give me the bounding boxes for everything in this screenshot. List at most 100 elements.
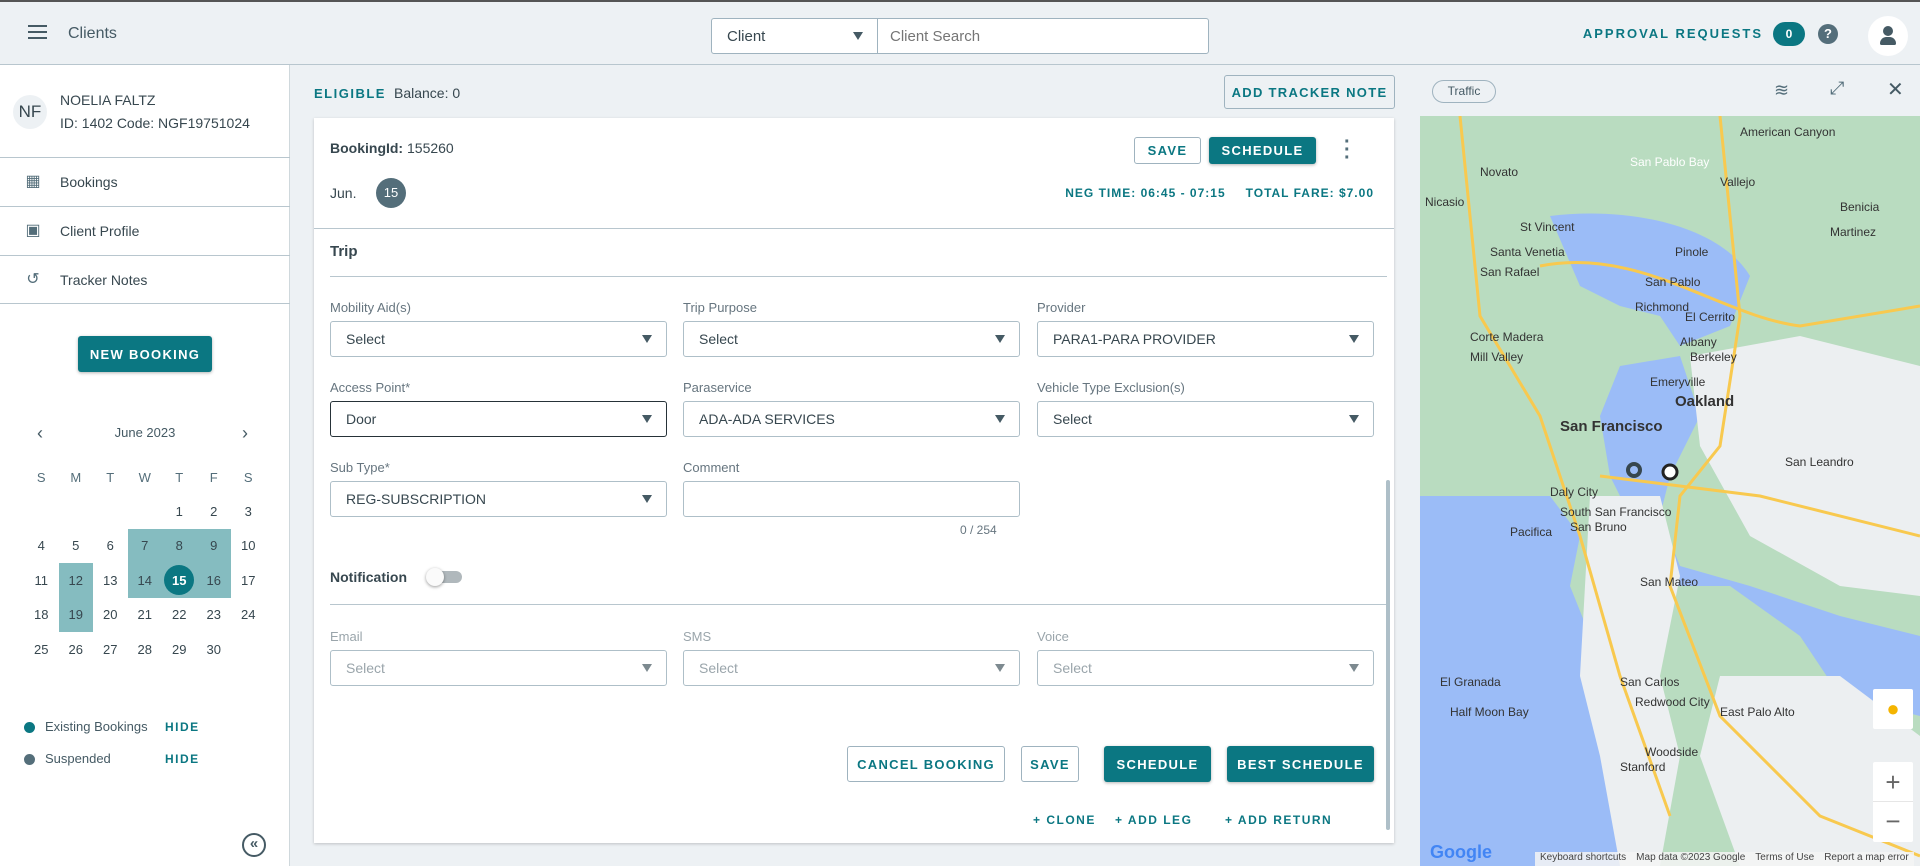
calendar-day[interactable]: 4 xyxy=(24,529,59,564)
comment-input[interactable] xyxy=(683,481,1020,517)
calendar-day[interactable]: 29 xyxy=(162,632,197,667)
calendar-day[interactable]: 20 xyxy=(93,598,128,633)
scrollbar-thumb[interactable] xyxy=(1386,480,1390,830)
save-button-top[interactable]: SAVE xyxy=(1134,137,1201,164)
calendar-day[interactable]: 15 xyxy=(162,563,197,598)
sms-select[interactable]: Select xyxy=(683,650,1020,686)
calendar-day[interactable]: 27 xyxy=(93,632,128,667)
calendar-day[interactable]: 7 xyxy=(127,528,162,563)
day-number: 19 xyxy=(68,607,83,623)
save-button[interactable]: SAVE xyxy=(1021,746,1079,782)
notification-title: Notification xyxy=(330,569,407,585)
calendar-day[interactable]: 6 xyxy=(93,529,128,564)
approval-count-badge[interactable]: 0 xyxy=(1773,22,1805,46)
calendar-day[interactable]: 5 xyxy=(59,529,94,564)
help-icon[interactable]: ? xyxy=(1818,24,1838,44)
schedule-button-top[interactable]: SCHEDULE xyxy=(1209,137,1316,164)
calendar-day[interactable]: 1 xyxy=(162,494,197,529)
add-tracker-note-button[interactable]: ADD TRACKER NOTE xyxy=(1224,75,1395,109)
calendar-day[interactable]: 13 xyxy=(93,563,128,598)
calendar-day[interactable]: 12 xyxy=(58,563,93,598)
schedule-button[interactable]: SCHEDULE xyxy=(1104,746,1211,782)
vehicle-type-exclusion-select[interactable]: Select xyxy=(1037,401,1374,437)
paraservice-select[interactable]: ADA-ADA SERVICES xyxy=(683,401,1020,437)
add-return-link[interactable]: + ADD RETURN xyxy=(1225,813,1332,827)
calendar-day[interactable]: 14 xyxy=(127,563,162,598)
calendar-day[interactable]: 2 xyxy=(197,494,232,529)
traffic-toggle[interactable]: Traffic xyxy=(1432,80,1496,103)
calendar-day[interactable]: 8 xyxy=(162,528,197,563)
calendar-day[interactable]: 30 xyxy=(197,632,232,667)
vehicle-type-exclusion-label: Vehicle Type Exclusion(s) xyxy=(1037,380,1185,395)
calendar-day[interactable]: 28 xyxy=(128,632,163,667)
approval-requests-link[interactable]: APPROVAL REQUESTS xyxy=(1583,26,1763,41)
calendar-day[interactable]: 24 xyxy=(231,598,266,633)
select-value: Select xyxy=(346,660,385,676)
calendar-day[interactable]: 18 xyxy=(24,598,59,633)
client-avatar: NF xyxy=(13,95,47,129)
sub-type-select[interactable]: REG-SUBSCRIPTION xyxy=(330,481,667,517)
calendar-day[interactable]: 22 xyxy=(162,598,197,633)
more-options-icon[interactable]: · · · xyxy=(1344,132,1351,168)
layers-icon[interactable]: ≋ xyxy=(1774,80,1789,101)
history-icon: ↺ xyxy=(26,271,40,288)
map-place-label: Corte Madera xyxy=(1470,330,1544,344)
voice-select[interactable]: Select xyxy=(1037,650,1374,686)
search-type-value: Client xyxy=(727,28,766,45)
select-value: PARA1-PARA PROVIDER xyxy=(1053,331,1216,347)
booking-day-badge: 15 xyxy=(376,178,406,208)
best-schedule-button[interactable]: BEST SCHEDULE xyxy=(1227,746,1374,782)
map-place-label: South San Francisco xyxy=(1560,505,1672,519)
keyboard-shortcuts-link[interactable]: Keyboard shortcuts xyxy=(1540,852,1626,866)
calendar-day[interactable]: 25 xyxy=(24,632,59,667)
terms-of-use-link[interactable]: Terms of Use xyxy=(1755,852,1814,866)
user-avatar-button[interactable] xyxy=(1868,16,1908,56)
sidebar-item-tracker-notes[interactable]: ↺ Tracker Notes xyxy=(0,255,290,304)
notification-toggle[interactable] xyxy=(426,568,462,586)
calendar-day[interactable]: 10 xyxy=(231,529,266,564)
existing-bookings-dot xyxy=(24,722,35,733)
calendar-day[interactable]: 11 xyxy=(24,563,59,598)
chevron-down-icon xyxy=(1349,415,1359,423)
cancel-booking-button[interactable]: CANCEL BOOKING xyxy=(847,746,1005,782)
day-number: 28 xyxy=(137,641,152,657)
email-select[interactable]: Select xyxy=(330,650,667,686)
booking-month: Jun. xyxy=(330,185,357,201)
calendar-day[interactable]: 21 xyxy=(128,598,163,633)
calendar-day[interactable]: 23 xyxy=(197,598,232,633)
provider-select[interactable]: PARA1-PARA PROVIDER xyxy=(1037,321,1374,357)
sidebar-item-bookings[interactable]: ▦ Bookings xyxy=(0,157,290,206)
calendar-day[interactable]: 3 xyxy=(231,494,266,529)
clone-link[interactable]: + CLONE xyxy=(1033,813,1096,827)
report-map-error-link[interactable]: Report a map error xyxy=(1824,852,1908,866)
access-point-select[interactable]: Door xyxy=(330,401,667,437)
collapse-sidebar-icon[interactable]: « xyxy=(242,833,266,857)
new-booking-button[interactable]: NEW BOOKING xyxy=(78,336,212,372)
day-number: 25 xyxy=(34,641,49,657)
hide-suspended-link[interactable]: HIDE xyxy=(165,752,200,766)
next-month-icon[interactable]: › xyxy=(242,423,248,444)
zoom-in-button[interactable]: + xyxy=(1873,762,1913,802)
calendar-day[interactable]: 16 xyxy=(196,563,231,598)
day-number: 8 xyxy=(175,538,183,554)
mobility-aid-select[interactable]: Select xyxy=(330,321,667,357)
zoom-out-button[interactable]: − xyxy=(1873,802,1913,842)
sidebar-item-client-profile[interactable]: ▣ Client Profile xyxy=(0,206,290,255)
trip-purpose-select[interactable]: Select xyxy=(683,321,1020,357)
add-leg-link[interactable]: + ADD LEG xyxy=(1115,813,1192,827)
map-view[interactable]: Novato Vallejo American Canyon Nicasio San P… xyxy=(1420,116,1920,866)
calendar-day[interactable]: 19 xyxy=(58,597,93,632)
trip-purpose-label: Trip Purpose xyxy=(683,300,757,315)
calendar-day[interactable]: 9 xyxy=(196,528,231,563)
street-view-pegman-icon[interactable]: ● xyxy=(1873,689,1913,729)
client-search-input[interactable] xyxy=(877,18,1209,54)
calendar-day[interactable]: 17 xyxy=(231,563,266,598)
hamburger-menu-icon[interactable] xyxy=(28,25,47,39)
balance: Balance: 0 xyxy=(394,85,461,101)
calendar-day[interactable]: 26 xyxy=(59,632,94,667)
expand-icon[interactable]: ⤢ xyxy=(1830,78,1844,99)
close-icon[interactable]: ✕ xyxy=(1887,77,1904,102)
voice-label: Voice xyxy=(1037,629,1069,644)
search-type-select[interactable]: Client xyxy=(711,18,878,54)
hide-existing-bookings-link[interactable]: HIDE xyxy=(165,720,200,734)
